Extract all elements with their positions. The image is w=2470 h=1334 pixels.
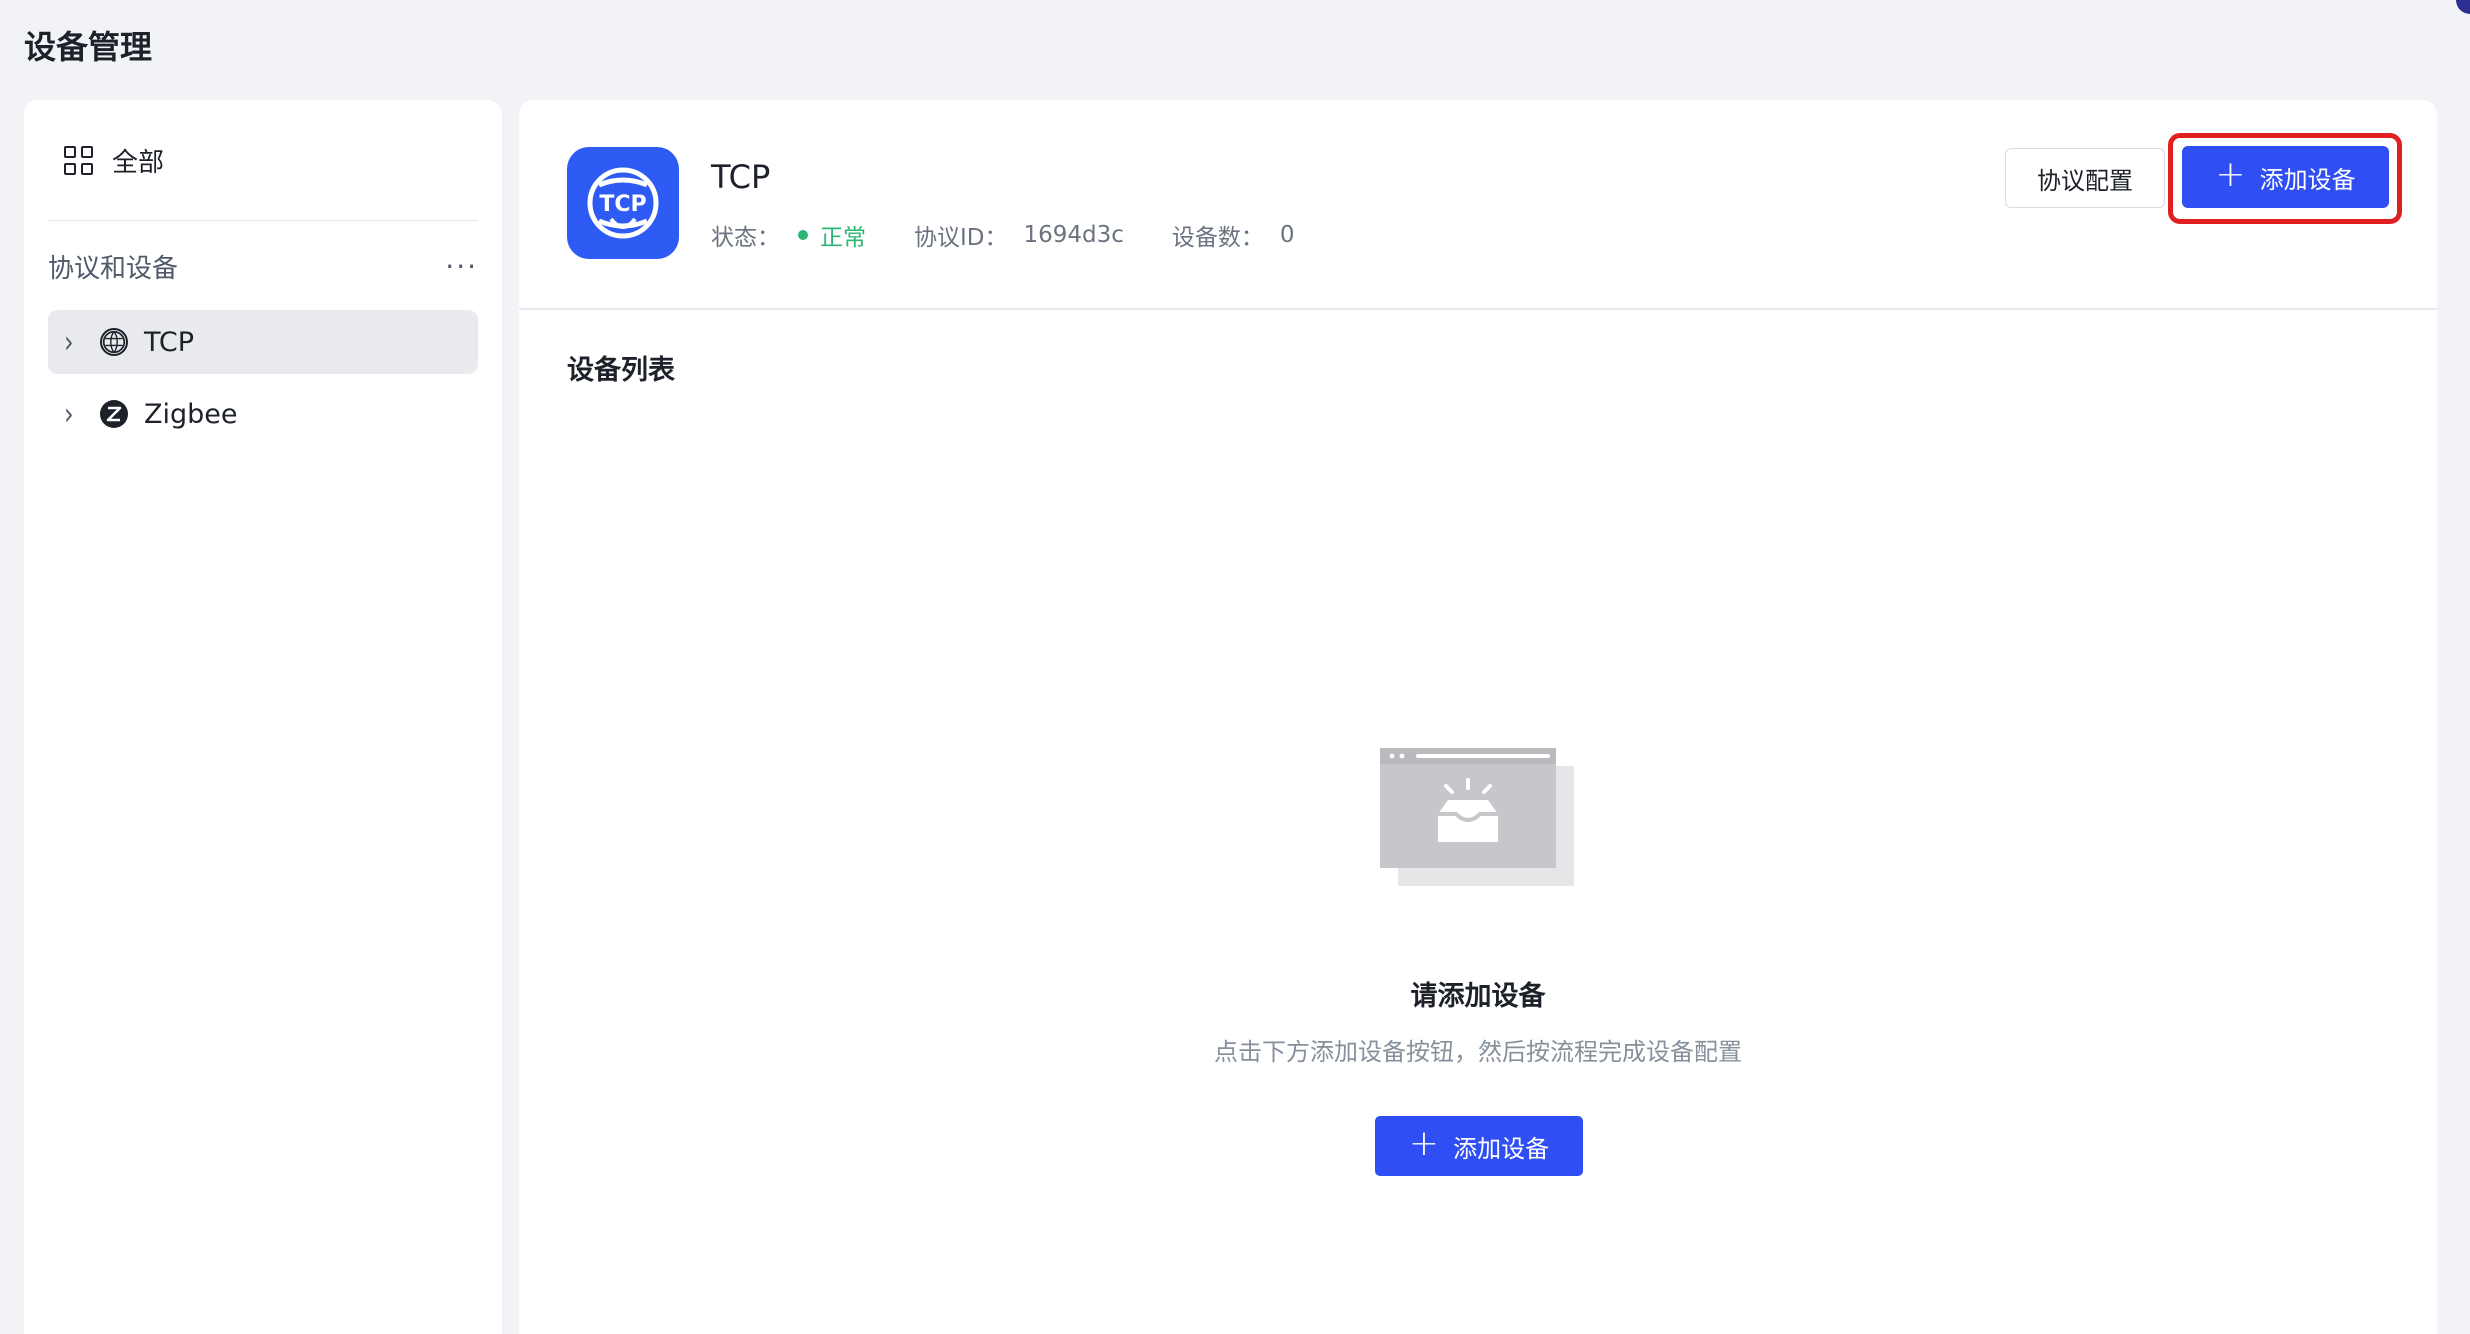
sidebar-divider <box>48 220 478 221</box>
page-title: 设备管理 <box>24 28 153 66</box>
main-panel: TCP TCP 状态： 正常 协议ID： 1694d3c 设备数： 0 协议配置… <box>519 100 2437 1334</box>
status-dot-icon <box>798 230 808 240</box>
header-divider <box>519 308 2437 310</box>
svg-text:TCP: TCP <box>599 192 646 217</box>
sidebar-item-tcp[interactable]: › TCP <box>48 310 478 374</box>
plus-icon: + <box>1408 1123 1440 1164</box>
status-label: 状态： <box>711 225 780 251</box>
status-badge: 正常 <box>820 225 866 251</box>
sidebar-item-label: Zigbee <box>144 398 238 430</box>
add-device-label: 添加设备 <box>2259 165 2356 194</box>
protocol-id-label: 协议ID： <box>914 225 1008 251</box>
protocol-meta: 状态： 正常 协议ID： 1694d3c 设备数： 0 <box>711 218 1343 252</box>
tcp-icon <box>100 328 128 356</box>
sidebar-section-header: 协议和设备 ··· <box>48 248 478 285</box>
device-list-title: 设备列表 <box>567 355 675 386</box>
zigbee-icon <box>100 400 128 428</box>
protocol-id-value: 1694d3c <box>1023 222 1124 248</box>
chevron-right-icon[interactable]: › <box>64 396 84 432</box>
plus-icon: + <box>2215 154 2246 195</box>
tcp-globe-icon: TCP <box>567 147 679 259</box>
sidebar-item-label: TCP <box>144 326 195 358</box>
device-count-value: 0 <box>1279 222 1295 248</box>
ellipsis-icon[interactable]: ··· <box>445 252 478 281</box>
sidebar-section-label: 协议和设备 <box>48 254 179 284</box>
add-device-label: 添加设备 <box>1453 1134 1550 1163</box>
sidebar-item-all[interactable]: 全部 <box>64 142 164 179</box>
chevron-right-icon[interactable]: › <box>64 324 84 360</box>
empty-inbox-icon <box>1380 748 1580 890</box>
add-device-button-empty-state[interactable]: + 添加设备 <box>1375 1116 1583 1176</box>
empty-state-description: 点击下方添加设备按钮，然后按流程完成设备配置 <box>1214 1038 1742 1066</box>
sidebar: 全部 协议和设备 ··· › TCP › Zigbee <box>24 100 502 1334</box>
device-count-label: 设备数： <box>1171 225 1264 251</box>
sidebar-all-label: 全部 <box>112 148 165 178</box>
protocol-name: TCP <box>711 158 771 196</box>
device-management-page: 设备管理 全部 协议和设备 ··· › TCP › Zigbee TCP TCP… <box>0 0 2470 1334</box>
sidebar-item-zigbee[interactable]: › Zigbee <box>48 382 478 446</box>
add-device-button[interactable]: + 添加设备 <box>2182 146 2389 208</box>
protocol-config-button[interactable]: 协议配置 <box>2005 148 2165 208</box>
grid-icon <box>64 145 94 176</box>
empty-state-title: 请添加设备 <box>1410 981 1546 1012</box>
corner-mark <box>2456 0 2470 14</box>
